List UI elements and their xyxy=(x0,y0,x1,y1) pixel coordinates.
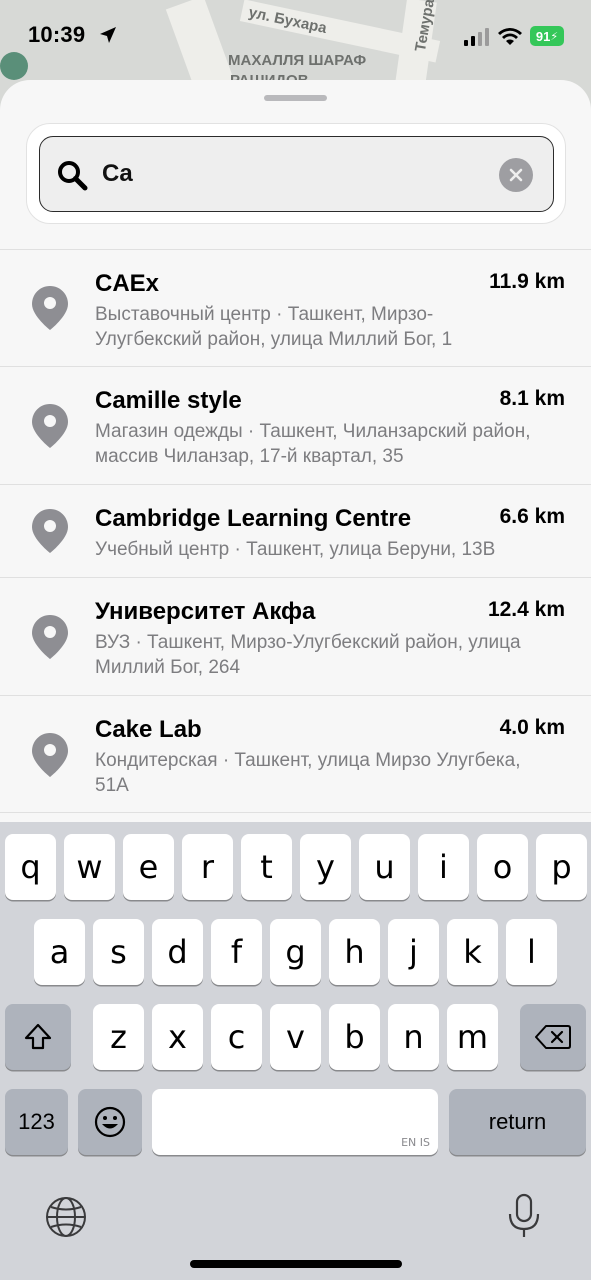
keyboard: q w e r t y u i o p a s d f g h j k l z … xyxy=(0,822,591,1280)
close-icon xyxy=(509,168,523,182)
key-q[interactable]: q xyxy=(5,834,56,900)
key-i[interactable]: i xyxy=(418,834,469,900)
result-name: Camille style xyxy=(95,387,242,414)
results-list: CAEx 11.9 km Выставочный центр · Ташкент… xyxy=(0,249,591,813)
wifi-icon xyxy=(498,28,522,45)
location-pin-icon xyxy=(32,286,68,330)
location-pin-icon xyxy=(32,404,68,448)
list-item[interactable]: Camille style 8.1 km Магазин одежды · Та… xyxy=(0,366,591,484)
key-j[interactable]: j xyxy=(388,919,439,985)
key-x[interactable]: x xyxy=(152,1004,203,1070)
list-item[interactable]: Университет Акфа 12.4 km ВУЗ · Ташкент, … xyxy=(0,577,591,695)
location-pin-icon xyxy=(32,733,68,777)
location-arrow-icon xyxy=(100,27,116,43)
battery-level: 91 xyxy=(535,28,551,44)
key-c[interactable]: c xyxy=(211,1004,262,1070)
globe-button[interactable] xyxy=(44,1195,88,1239)
key-h[interactable]: h xyxy=(329,919,380,985)
search-sheet: Ca CAEx 11.9 km Выставочный центр · Ташк… xyxy=(0,80,591,825)
backspace-icon xyxy=(535,1025,571,1049)
key-w[interactable]: w xyxy=(64,834,115,900)
status-bar: 10:39 91 ⚡ xyxy=(0,0,591,72)
result-name: Cake Lab xyxy=(95,716,202,743)
key-p[interactable]: p xyxy=(536,834,587,900)
backspace-key[interactable] xyxy=(520,1004,586,1070)
key-k[interactable]: k xyxy=(447,919,498,985)
search-query-text[interactable]: Ca xyxy=(102,160,133,188)
result-description: Учебный центр · Ташкент, улица Беруни, 1… xyxy=(95,539,496,560)
result-distance: 4.0 km xyxy=(499,716,565,739)
return-key[interactable]: return xyxy=(449,1089,586,1155)
result-distance: 12.4 km xyxy=(487,598,565,621)
key-a[interactable]: a xyxy=(34,919,85,985)
result-name: CAEx xyxy=(95,270,160,297)
result-distance: 11.9 km xyxy=(489,270,565,293)
key-d[interactable]: d xyxy=(152,919,203,985)
globe-icon xyxy=(46,1197,86,1237)
location-pin-icon xyxy=(32,509,68,553)
emoji-key[interactable] xyxy=(78,1089,142,1155)
key-z[interactable]: z xyxy=(93,1004,144,1070)
space-key[interactable]: EN IS xyxy=(152,1089,438,1155)
key-f[interactable]: f xyxy=(211,919,262,985)
battery-icon: 91 ⚡ xyxy=(530,26,564,46)
sheet-grabber[interactable] xyxy=(264,95,327,101)
shift-key[interactable] xyxy=(5,1004,71,1070)
key-r[interactable]: r xyxy=(182,834,233,900)
location-pin-icon xyxy=(32,615,68,659)
result-distance: 6.6 km xyxy=(499,505,565,528)
key-l[interactable]: l xyxy=(506,919,557,985)
home-indicator[interactable] xyxy=(190,1260,402,1268)
shift-icon xyxy=(24,1023,52,1050)
key-g[interactable]: g xyxy=(270,919,321,985)
key-v[interactable]: v xyxy=(270,1004,321,1070)
space-language-hint: EN IS xyxy=(401,1136,430,1149)
key-e[interactable]: e xyxy=(123,834,174,900)
emoji-icon xyxy=(94,1106,126,1138)
key-t[interactable]: t xyxy=(241,834,292,900)
key-o[interactable]: o xyxy=(477,834,528,900)
search-container: Ca xyxy=(26,123,566,224)
list-item[interactable]: CAEx 11.9 km Выставочный центр · Ташкент… xyxy=(0,249,591,366)
clear-search-button[interactable] xyxy=(499,158,533,192)
key-b[interactable]: b xyxy=(329,1004,380,1070)
status-time: 10:39 xyxy=(28,22,86,47)
result-name: Cambridge Learning Centre xyxy=(95,505,412,532)
microphone-icon xyxy=(508,1193,540,1237)
result-description: Магазин одежды · Ташкент, Чиланзарский р… xyxy=(95,421,531,467)
key-u[interactable]: u xyxy=(359,834,410,900)
result-description: Кондитерская · Ташкент, улица Мирзо Улуг… xyxy=(95,750,521,796)
dictation-button[interactable] xyxy=(506,1192,542,1240)
list-item[interactable]: Cake Lab 4.0 km Кондитерская · Ташкент, … xyxy=(0,695,591,813)
cellular-signal-icon xyxy=(464,28,489,46)
key-s[interactable]: s xyxy=(93,919,144,985)
numbers-key[interactable]: 123 xyxy=(5,1089,68,1155)
list-item[interactable]: Cambridge Learning Centre 6.6 km Учебный… xyxy=(0,484,591,577)
key-m[interactable]: m xyxy=(447,1004,498,1070)
result-distance: 8.1 km xyxy=(499,387,565,410)
search-input[interactable]: Ca xyxy=(39,136,554,212)
key-n[interactable]: n xyxy=(388,1004,439,1070)
result-description: Выставочный центр · Ташкент, Мирзо-Улугб… xyxy=(95,304,453,350)
key-y[interactable]: y xyxy=(300,834,351,900)
result-name: Университет Акфа xyxy=(95,598,316,625)
search-icon xyxy=(58,161,88,191)
result-description: ВУЗ · Ташкент, Мирзо-Улугбекский район, … xyxy=(95,632,521,678)
